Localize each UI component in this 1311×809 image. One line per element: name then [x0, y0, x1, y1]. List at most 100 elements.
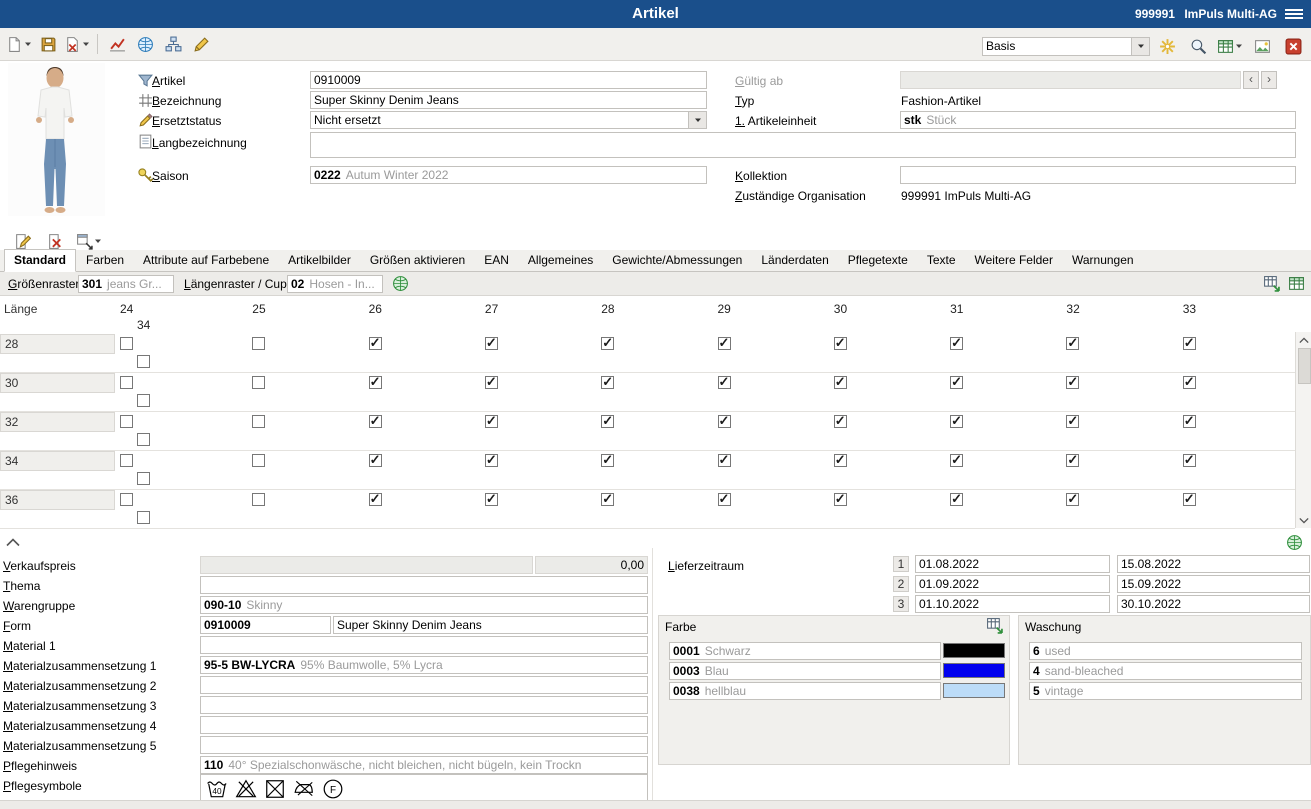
size-checkbox[interactable] [718, 454, 731, 467]
next-record-button[interactable]: › [1261, 71, 1277, 89]
codedesc-field[interactable]: 11040° Spezialschonwäsche, nicht bleiche… [200, 756, 648, 774]
artikeleinheit-field[interactable]: stkStück [900, 111, 1296, 129]
text-field[interactable] [200, 716, 648, 734]
size-checkbox[interactable] [120, 493, 133, 506]
farbe-field[interactable]: 0003Blau [669, 662, 941, 680]
kollektion-field[interactable] [900, 166, 1296, 184]
grid-scrollbar[interactable] [1295, 332, 1311, 528]
form-code-field[interactable]: 0910009 [200, 616, 331, 634]
waschung-field[interactable]: 5vintage [1029, 682, 1302, 700]
toolbar-report-button[interactable] [1248, 33, 1276, 59]
size-checkbox[interactable] [950, 337, 963, 350]
farbe-export-icon[interactable] [986, 617, 1003, 637]
size-checkbox[interactable] [252, 376, 265, 389]
delivery-from-field[interactable]: 01.09.2022 [915, 575, 1110, 593]
bezeichnung-field[interactable]: Super Skinny Denim Jeans [310, 91, 707, 109]
toolbar-save-button[interactable] [34, 31, 62, 57]
waschung-field[interactable]: 6used [1029, 642, 1302, 660]
collapse-chevron-icon[interactable] [6, 536, 20, 550]
tab-allgemeines[interactable]: Allgemeines [519, 250, 602, 271]
size-checkbox[interactable] [252, 337, 265, 350]
view-select[interactable]: Basis [982, 37, 1150, 56]
size-checkbox[interactable] [601, 454, 614, 467]
grid-transfer-icon[interactable] [1263, 275, 1280, 292]
size-checkbox[interactable] [252, 415, 265, 428]
laengenraster-field[interactable]: 02Hosen - In... [287, 275, 383, 293]
size-checkbox[interactable] [120, 454, 133, 467]
size-checkbox[interactable] [834, 454, 847, 467]
delivery-from-field[interactable]: 01.10.2022 [915, 595, 1110, 613]
size-checkbox[interactable] [834, 493, 847, 506]
size-checkbox[interactable] [718, 415, 731, 428]
toolbar-edit-button[interactable] [187, 31, 215, 57]
size-checkbox[interactable] [1183, 415, 1196, 428]
size-checkbox[interactable] [369, 415, 382, 428]
chevron-down-icon[interactable] [82, 40, 90, 48]
size-checkbox[interactable] [950, 493, 963, 506]
size-checkbox[interactable] [369, 337, 382, 350]
farbe-field[interactable]: 0001Schwarz [669, 642, 941, 660]
delivery-to-field[interactable]: 15.09.2022 [1117, 575, 1310, 593]
size-checkbox[interactable] [120, 337, 133, 350]
grid-settings-icon[interactable] [1288, 275, 1305, 292]
size-checkbox-wrap[interactable] [137, 511, 150, 524]
size-checkbox[interactable] [950, 376, 963, 389]
size-checkbox[interactable] [485, 337, 498, 350]
size-checkbox[interactable] [1066, 337, 1079, 350]
langbezeichnung-field[interactable] [310, 132, 1296, 158]
toolbar-refresh-globe-button[interactable] [131, 31, 159, 57]
size-checkbox[interactable] [601, 493, 614, 506]
size-checkbox[interactable] [1066, 415, 1079, 428]
tab-warnungen[interactable]: Warnungen [1063, 250, 1143, 271]
farbe-field[interactable]: 0038hellblau [669, 682, 941, 700]
size-checkbox[interactable] [369, 493, 382, 506]
tab-artikelbilder[interactable]: Artikelbilder [279, 250, 360, 271]
tab-ean[interactable]: EAN [475, 250, 518, 271]
size-checkbox[interactable] [369, 454, 382, 467]
size-checkbox[interactable] [718, 337, 731, 350]
text-field[interactable] [200, 636, 648, 654]
scroll-up-icon[interactable] [1298, 334, 1310, 346]
size-checkbox[interactable] [1183, 337, 1196, 350]
size-checkbox[interactable] [834, 376, 847, 389]
size-checkbox[interactable] [718, 376, 731, 389]
tab-farben[interactable]: Farben [77, 250, 133, 271]
toolbar-new-document-button[interactable] [4, 31, 34, 57]
toolbar-new-item-button[interactable] [1153, 33, 1181, 59]
size-checkbox[interactable] [601, 376, 614, 389]
toolbar-copy-delete-button[interactable] [62, 31, 92, 57]
tab-pflegetexte[interactable]: Pflegetexte [839, 250, 917, 271]
size-checkbox[interactable] [1066, 493, 1079, 506]
delivery-from-field[interactable]: 01.08.2022 [915, 555, 1110, 573]
toolbar-hierarchy-button[interactable] [159, 31, 187, 57]
prev-record-button[interactable]: ‹ [1243, 71, 1259, 89]
size-checkbox-wrap[interactable] [137, 355, 150, 368]
text-field[interactable] [200, 576, 648, 594]
size-checkbox[interactable] [120, 376, 133, 389]
size-checkbox[interactable] [252, 493, 265, 506]
ersetztstatus-select[interactable]: Nicht ersetzt [310, 111, 707, 129]
size-checkbox-wrap[interactable] [137, 472, 150, 485]
size-checkbox[interactable] [485, 376, 498, 389]
scroll-down-icon[interactable] [1298, 514, 1310, 526]
saison-field[interactable]: 0222Autum Winter 2022 [310, 166, 707, 184]
chevron-down-icon[interactable] [688, 112, 706, 128]
size-checkbox[interactable] [1066, 376, 1079, 389]
tab-weitere-felder[interactable]: Weitere Felder [966, 250, 1062, 271]
tab-attribute-auf-farbebene[interactable]: Attribute auf Farbebene [134, 250, 278, 271]
tab-gewichte-abmessungen[interactable]: Gewichte/Abmessungen [603, 250, 751, 271]
waschung-field[interactable]: 4sand-bleached [1029, 662, 1302, 680]
size-checkbox[interactable] [120, 415, 133, 428]
size-checkbox[interactable] [485, 454, 498, 467]
tab-standard[interactable]: Standard [4, 249, 76, 272]
size-checkbox[interactable] [834, 337, 847, 350]
text-field[interactable] [200, 676, 648, 694]
scrollbar-thumb[interactable] [1298, 348, 1311, 384]
form-name-field[interactable]: Super Skinny Denim Jeans [333, 616, 648, 634]
size-checkbox[interactable] [1183, 454, 1196, 467]
toolbar-close-button[interactable] [1279, 33, 1307, 59]
size-checkbox-wrap[interactable] [137, 394, 150, 407]
chevron-down-icon[interactable] [1235, 42, 1243, 50]
size-checkbox[interactable] [485, 493, 498, 506]
size-checkbox[interactable] [834, 415, 847, 428]
